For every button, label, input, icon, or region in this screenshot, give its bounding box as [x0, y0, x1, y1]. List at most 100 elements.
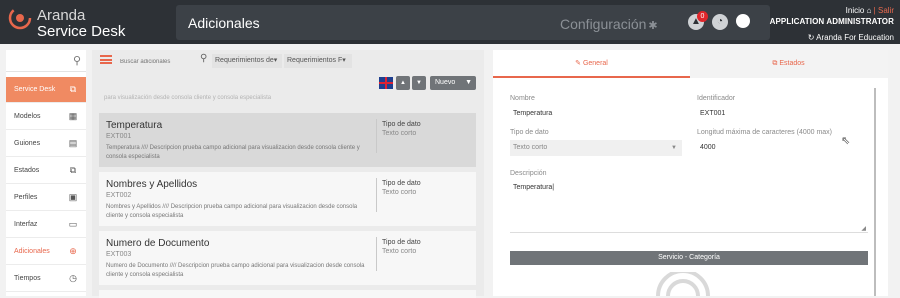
avatar[interactable] [736, 14, 750, 28]
sidebar-item-label: Guiones [14, 140, 41, 147]
sidebar-item-modelos[interactable]: Modelos ▦ [6, 104, 86, 130]
search-icon[interactable]: ⚲ [200, 53, 207, 64]
sidebar-item-tiempos[interactable]: Tiempos ◷ [6, 266, 86, 292]
tipo-de-dato-select: Texto corto ▼ [510, 140, 682, 156]
inicio-link[interactable]: Inicio [846, 6, 865, 15]
tab-general[interactable]: ✎ General [493, 50, 690, 78]
copy-icon: ⧉ [69, 165, 77, 175]
top-bar: Aranda Service Desk Adicionales Configur… [0, 0, 900, 44]
adicionales-list-panel: ⚲ Requerimientos de▾ Requerimientos F▾ ▲… [92, 50, 484, 298]
refresh-icon[interactable]: ↻ [808, 33, 815, 42]
sidebar-item-estados[interactable]: Estados ⧉ [6, 158, 86, 184]
edit-icon: ✎ [575, 60, 581, 67]
sidebar-item-adicionales[interactable]: Adicionales ⊕ [6, 239, 86, 265]
configuracion-link[interactable]: Configuración ✱ [560, 16, 658, 32]
aranda-logo-icon [8, 6, 32, 30]
id-card-icon: ▣ [68, 192, 78, 202]
nuevo-button[interactable]: Nuevo ▼ [430, 76, 476, 90]
descripcion-value: Temperatura [513, 184, 553, 191]
monitor-icon: ▭ [68, 219, 78, 229]
project-name[interactable]: Aranda For Education [816, 33, 894, 42]
divider [376, 178, 377, 212]
title-panel: Adicionales Configuración ✱ [176, 5, 770, 40]
copy-icon: ⧉ [772, 60, 778, 67]
notification-badge: 0 [697, 11, 708, 22]
sidebar-item-label: Interfaz [14, 221, 38, 228]
sidebar-item-label: Service Desk [14, 86, 56, 93]
list-item[interactable]: Nombres y Apellidos EXT002 Nombres y Ape… [99, 172, 476, 226]
item-description: Nombres y Apellidos //// Descripcion pru… [106, 204, 358, 219]
item-name: Numero de Documento [106, 238, 210, 249]
move-down-button[interactable]: ▼ [412, 76, 426, 90]
sidebar-item-label: Adicionales [14, 248, 50, 255]
nuevo-label: Nuevo [435, 79, 456, 86]
sidebar: ⚲ Service Desk ⧉ Modelos ▦ Guiones ▤ Est… [6, 50, 86, 296]
item-type-label: Tipo de dato [382, 121, 421, 128]
english-flag-icon[interactable] [379, 77, 393, 89]
resize-handle-icon[interactable]: ◢ [861, 225, 866, 232]
logo-line2: Service Desk [37, 23, 126, 40]
detail-panel: ✎ General ⧉ Estados Nombre Temperatura I… [493, 50, 888, 296]
sidebar-item-label: Perfiles [14, 194, 38, 201]
move-up-button[interactable]: ▲ [396, 76, 410, 90]
item-description: Numero de Documento //// Descripcion pru… [106, 263, 365, 278]
sidebar-item-label: Modelos [14, 113, 41, 120]
identificador-label: Identificador [697, 95, 736, 102]
filter-select-1[interactable]: Requerimientos de▾ [212, 54, 282, 68]
chevron-down-icon: ▼ [671, 145, 677, 151]
search-input[interactable] [120, 55, 210, 68]
item-code: EXT003 [106, 251, 132, 258]
list-item[interactable] [99, 290, 476, 298]
salir-link[interactable]: Salir [878, 6, 894, 15]
loading-spinner-icon [656, 272, 710, 296]
descripcion-label: Descripción [510, 170, 547, 177]
tab-estados[interactable]: ⧉ Estados [690, 50, 887, 78]
selection-pointer [476, 130, 483, 148]
grid-icon: ▦ [68, 111, 78, 121]
item-description: Temperatura //// Descripcion prueba camp… [106, 145, 360, 160]
search-icon[interactable]: ⚲ [73, 54, 81, 67]
document-icon: ▤ [68, 138, 78, 148]
home-icon[interactable]: ⌂ [867, 6, 872, 15]
user-menu: Inicio ⌂ | Salir APPLICATION ADMINISTRAT… [764, 6, 894, 44]
descripcion-textarea[interactable]: Temperatura| ◢ [510, 181, 868, 233]
identificador-field[interactable]: EXT001 [697, 106, 869, 122]
hamburger-menu-icon[interactable] [100, 55, 112, 64]
sidebar-item-interfaz[interactable]: Interfaz ▭ [6, 212, 86, 238]
scrollbar[interactable] [874, 88, 876, 296]
sidebar-search[interactable]: ⚲ [6, 50, 86, 72]
item-code: EXT002 [106, 192, 132, 199]
gear-icon: ✱ [648, 20, 658, 32]
divider [376, 237, 377, 271]
stack-icon: ⧉ [69, 84, 77, 94]
sidebar-item-guiones[interactable]: Guiones ▤ [6, 131, 86, 157]
sidebar-item-service-desk[interactable]: Service Desk ⧉ [6, 77, 86, 103]
previous-item-snippet: para visualización desde consola cliente… [104, 95, 272, 101]
sidebar-item-perfiles[interactable]: Perfiles ▣ [6, 185, 86, 211]
chevron-down-icon: ▼ [465, 79, 472, 86]
app-logo[interactable]: Aranda Service Desk [8, 6, 178, 40]
bell-icon[interactable]: ◔ [712, 14, 728, 30]
item-type-label: Tipo de dato [382, 239, 421, 246]
logo-line1: Aranda [37, 7, 86, 24]
item-type-label: Tipo de dato [382, 180, 421, 187]
longitud-label: Longitud máxima de caracteres (4000 max) [697, 129, 833, 136]
item-type-value: Texto corto [382, 130, 417, 137]
list-item[interactable]: Numero de Documento EXT003 Numero de Doc… [99, 231, 476, 285]
nombre-label: Nombre [510, 95, 535, 102]
nombre-field[interactable]: Temperatura [510, 106, 682, 122]
divider [376, 119, 377, 153]
servicio-categoria-header: Servicio - Categoría [510, 251, 868, 265]
detail-tabs: ✎ General ⧉ Estados [493, 50, 888, 78]
item-code: EXT001 [106, 133, 132, 140]
tipo-de-dato-value: Texto corto [513, 144, 548, 151]
filter-select-2[interactable]: Requerimientos F▾ [284, 54, 352, 68]
configuracion-label: Configuración [560, 16, 647, 32]
item-name: Temperatura [106, 120, 163, 131]
item-type-value: Texto corto [382, 189, 417, 196]
separator: | [873, 6, 876, 15]
sidebar-item-label: Estados [14, 167, 40, 174]
tab-label: General [582, 60, 608, 67]
mouse-cursor-icon: ⇖ [841, 135, 851, 147]
list-item-selected[interactable]: Temperatura EXT001 Temperatura //// Desc… [99, 113, 476, 167]
